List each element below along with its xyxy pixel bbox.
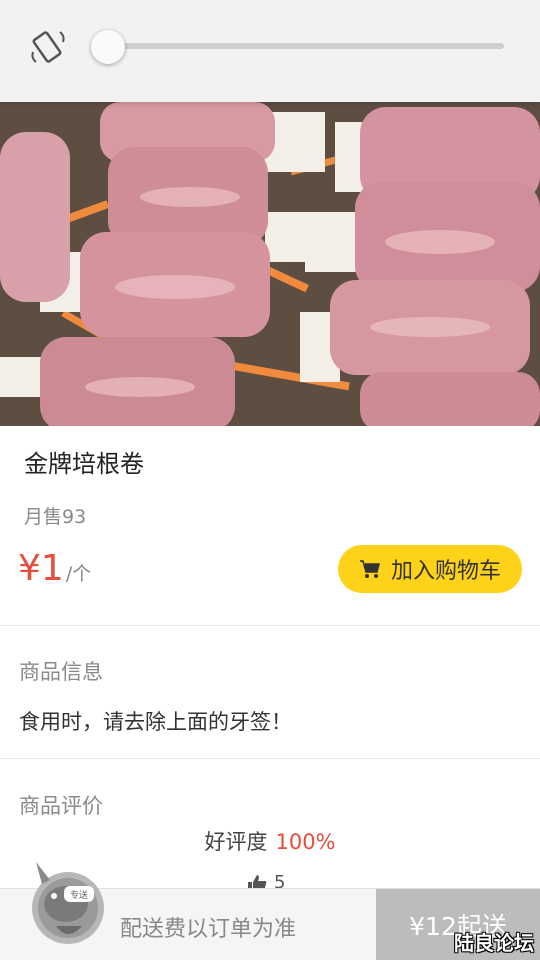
info-section-title: 商品信息: [19, 660, 103, 684]
monthly-sales: 月售93: [24, 506, 87, 528]
product-name: 金牌培根卷: [24, 450, 144, 478]
divider: [0, 758, 540, 759]
divider: [0, 625, 540, 626]
reviews-section-title: 商品评价: [19, 794, 103, 818]
product-photo: [0, 102, 540, 426]
rating-label: 好评度: [204, 830, 268, 854]
cart-icon: [359, 560, 380, 578]
brightness-slider-track[interactable]: [100, 43, 504, 49]
price-amount: ¥1: [18, 548, 64, 589]
price-block: ¥1/个: [18, 548, 91, 589]
brightness-slider-knob[interactable]: [91, 30, 126, 64]
rating-value: 100%: [275, 830, 336, 854]
rating-row: 好评度 100%: [0, 826, 540, 856]
brightness-bar: [0, 0, 540, 102]
add-to-cart-label: 加入购物车: [390, 559, 501, 584]
delivery-fee-note: 配送费以订单为准: [120, 917, 297, 942]
watermark-text: 陆良论坛: [454, 931, 534, 955]
mascot-badge-text: 专送: [70, 889, 88, 901]
add-to-cart-button[interactable]: 加入购物车: [338, 545, 522, 593]
rotate-icon[interactable]: [28, 28, 68, 68]
price-unit: /个: [65, 563, 92, 585]
mascot-icon[interactable]: 专送: [26, 856, 110, 948]
info-section-text: 食用时，请去除上面的牙签！: [19, 710, 292, 734]
